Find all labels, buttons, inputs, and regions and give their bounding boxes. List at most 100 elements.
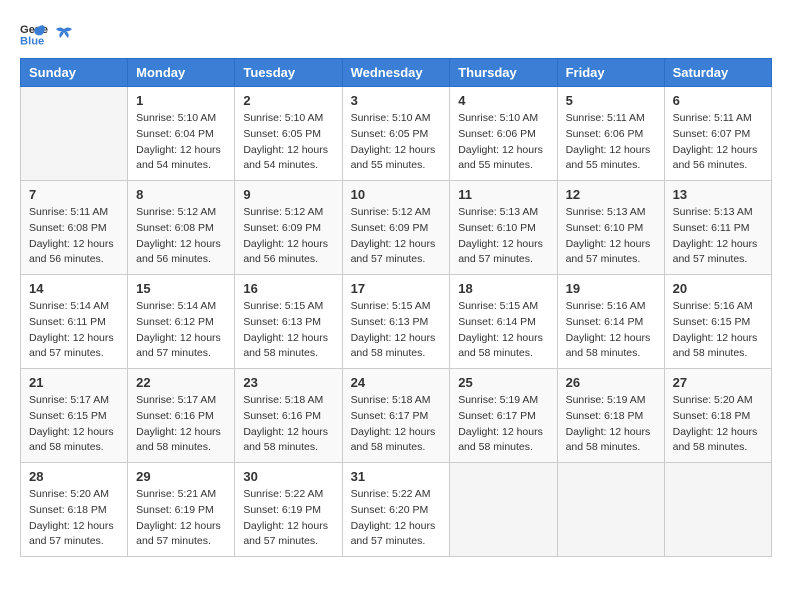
calendar-cell: 1 Sunrise: 5:10 AM Sunset: 6:04 PM Daylig… <box>128 87 235 181</box>
day-number: 14 <box>29 281 119 296</box>
calendar-cell: 27 Sunrise: 5:20 AM Sunset: 6:18 PM Dayli… <box>664 369 771 463</box>
day-number: 19 <box>566 281 656 296</box>
calendar-cell: 16 Sunrise: 5:15 AM Sunset: 6:13 PM Dayli… <box>235 275 342 369</box>
day-number: 20 <box>673 281 763 296</box>
day-info: Sunrise: 5:22 AM Sunset: 6:19 PM Dayligh… <box>243 487 333 550</box>
day-number: 11 <box>458 187 548 202</box>
day-number: 5 <box>566 93 656 108</box>
day-number: 17 <box>351 281 442 296</box>
day-number: 25 <box>458 375 548 390</box>
calendar-cell: 3 Sunrise: 5:10 AM Sunset: 6:05 PM Daylig… <box>342 87 450 181</box>
calendar-cell: 17 Sunrise: 5:15 AM Sunset: 6:13 PM Dayli… <box>342 275 450 369</box>
calendar-week-row: 7Sunrise: 5:11 AM Sunset: 6:08 PM Daylig… <box>21 181 772 275</box>
day-info: Sunrise: 5:12 AM Sunset: 6:09 PM Dayligh… <box>243 205 333 268</box>
logo-bird-icon <box>54 24 74 44</box>
calendar-cell: 25Sunrise: 5:19 AM Sunset: 6:17 PM Dayli… <box>450 369 557 463</box>
calendar-week-row: 1 Sunrise: 5:10 AM Sunset: 6:04 PM Daylig… <box>21 87 772 181</box>
day-number: 9 <box>243 187 333 202</box>
calendar-cell: 20Sunrise: 5:16 AM Sunset: 6:15 PM Dayli… <box>664 275 771 369</box>
day-number: 23 <box>243 375 333 390</box>
calendar-cell: 24 Sunrise: 5:18 AM Sunset: 6:17 PM Dayli… <box>342 369 450 463</box>
calendar-cell: 21 Sunrise: 5:17 AM Sunset: 6:15 PM Dayli… <box>21 369 128 463</box>
day-info: Sunrise: 5:10 AM Sunset: 6:06 PM Dayligh… <box>458 111 548 174</box>
calendar-cell: 5 Sunrise: 5:11 AM Sunset: 6:06 PM Daylig… <box>557 87 664 181</box>
day-number: 16 <box>243 281 333 296</box>
day-number: 2 <box>243 93 333 108</box>
day-number: 1 <box>136 93 226 108</box>
header-sunday: Sunday <box>21 59 128 87</box>
day-info: Sunrise: 5:14 AM Sunset: 6:11 PM Dayligh… <box>29 299 119 362</box>
calendar-cell: 14 Sunrise: 5:14 AM Sunset: 6:11 PM Dayli… <box>21 275 128 369</box>
day-number: 26 <box>566 375 656 390</box>
day-number: 13 <box>673 187 763 202</box>
header-tuesday: Tuesday <box>235 59 342 87</box>
calendar-cell: 23Sunrise: 5:18 AM Sunset: 6:16 PM Dayli… <box>235 369 342 463</box>
calendar-cell: 10Sunrise: 5:12 AM Sunset: 6:09 PM Dayli… <box>342 181 450 275</box>
calendar-table: SundayMondayTuesdayWednesdayThursdayFrid… <box>20 58 772 557</box>
day-number: 29 <box>136 469 226 484</box>
day-info: Sunrise: 5:18 AM Sunset: 6:17 PM Dayligh… <box>351 393 442 456</box>
day-number: 24 <box>351 375 442 390</box>
day-info: Sunrise: 5:16 AM Sunset: 6:14 PM Dayligh… <box>566 299 656 362</box>
day-info: Sunrise: 5:20 AM Sunset: 6:18 PM Dayligh… <box>29 487 119 550</box>
day-info: Sunrise: 5:10 AM Sunset: 6:05 PM Dayligh… <box>243 111 333 174</box>
calendar-cell: 31Sunrise: 5:22 AM Sunset: 6:20 PM Dayli… <box>342 463 450 557</box>
day-number: 21 <box>29 375 119 390</box>
calendar-cell: 11 Sunrise: 5:13 AM Sunset: 6:10 PM Dayli… <box>450 181 557 275</box>
day-info: Sunrise: 5:15 AM Sunset: 6:13 PM Dayligh… <box>243 299 333 362</box>
calendar-week-row: 21 Sunrise: 5:17 AM Sunset: 6:15 PM Dayli… <box>21 369 772 463</box>
day-number: 30 <box>243 469 333 484</box>
day-number: 12 <box>566 187 656 202</box>
day-info: Sunrise: 5:17 AM Sunset: 6:16 PM Dayligh… <box>136 393 226 456</box>
header-thursday: Thursday <box>450 59 557 87</box>
calendar-cell: 15 Sunrise: 5:14 AM Sunset: 6:12 PM Dayli… <box>128 275 235 369</box>
day-info: Sunrise: 5:10 AM Sunset: 6:05 PM Dayligh… <box>351 111 442 174</box>
calendar-cell: 29 Sunrise: 5:21 AM Sunset: 6:19 PM Dayli… <box>128 463 235 557</box>
calendar-cell: 12 Sunrise: 5:13 AM Sunset: 6:10 PM Dayli… <box>557 181 664 275</box>
svg-text:Blue: Blue <box>20 35 44 47</box>
day-number: 7 <box>29 187 119 202</box>
calendar-cell: 19 Sunrise: 5:16 AM Sunset: 6:14 PM Dayli… <box>557 275 664 369</box>
day-info: Sunrise: 5:13 AM Sunset: 6:10 PM Dayligh… <box>566 205 656 268</box>
calendar-cell: 6 Sunrise: 5:11 AM Sunset: 6:07 PM Daylig… <box>664 87 771 181</box>
day-number: 4 <box>458 93 548 108</box>
day-info: Sunrise: 5:13 AM Sunset: 6:11 PM Dayligh… <box>673 205 763 268</box>
day-info: Sunrise: 5:20 AM Sunset: 6:18 PM Dayligh… <box>673 393 763 456</box>
calendar-week-row: 14 Sunrise: 5:14 AM Sunset: 6:11 PM Dayli… <box>21 275 772 369</box>
header-friday: Friday <box>557 59 664 87</box>
calendar-cell <box>664 463 771 557</box>
day-info: Sunrise: 5:15 AM Sunset: 6:13 PM Dayligh… <box>351 299 442 362</box>
day-info: Sunrise: 5:10 AM Sunset: 6:04 PM Dayligh… <box>136 111 226 174</box>
day-info: Sunrise: 5:11 AM Sunset: 6:06 PM Dayligh… <box>566 111 656 174</box>
day-number: 8 <box>136 187 226 202</box>
day-info: Sunrise: 5:15 AM Sunset: 6:14 PM Dayligh… <box>458 299 548 362</box>
calendar-cell: 30 Sunrise: 5:22 AM Sunset: 6:19 PM Dayli… <box>235 463 342 557</box>
day-info: Sunrise: 5:14 AM Sunset: 6:12 PM Dayligh… <box>136 299 226 362</box>
day-info: Sunrise: 5:12 AM Sunset: 6:08 PM Dayligh… <box>136 205 226 268</box>
calendar-cell: 26 Sunrise: 5:19 AM Sunset: 6:18 PM Dayli… <box>557 369 664 463</box>
day-info: Sunrise: 5:12 AM Sunset: 6:09 PM Dayligh… <box>351 205 442 268</box>
calendar-cell: 7Sunrise: 5:11 AM Sunset: 6:08 PM Daylig… <box>21 181 128 275</box>
calendar-cell: 2 Sunrise: 5:10 AM Sunset: 6:05 PM Daylig… <box>235 87 342 181</box>
calendar-cell <box>450 463 557 557</box>
day-number: 15 <box>136 281 226 296</box>
day-number: 3 <box>351 93 442 108</box>
header-saturday: Saturday <box>664 59 771 87</box>
calendar-cell: 22Sunrise: 5:17 AM Sunset: 6:16 PM Dayli… <box>128 369 235 463</box>
day-info: Sunrise: 5:13 AM Sunset: 6:10 PM Dayligh… <box>458 205 548 268</box>
day-number: 27 <box>673 375 763 390</box>
calendar-cell: 8 Sunrise: 5:12 AM Sunset: 6:08 PM Daylig… <box>128 181 235 275</box>
day-number: 6 <box>673 93 763 108</box>
day-info: Sunrise: 5:11 AM Sunset: 6:07 PM Dayligh… <box>673 111 763 174</box>
calendar-cell: 4 Sunrise: 5:10 AM Sunset: 6:06 PM Daylig… <box>450 87 557 181</box>
logo-icon: General Blue <box>20 20 48 48</box>
calendar-cell <box>21 87 128 181</box>
day-info: Sunrise: 5:21 AM Sunset: 6:19 PM Dayligh… <box>136 487 226 550</box>
calendar-cell <box>557 463 664 557</box>
day-info: Sunrise: 5:17 AM Sunset: 6:15 PM Dayligh… <box>29 393 119 456</box>
day-number: 31 <box>351 469 442 484</box>
day-info: Sunrise: 5:19 AM Sunset: 6:18 PM Dayligh… <box>566 393 656 456</box>
calendar-cell: 18 Sunrise: 5:15 AM Sunset: 6:14 PM Dayli… <box>450 275 557 369</box>
day-number: 18 <box>458 281 548 296</box>
calendar-cell: 13 Sunrise: 5:13 AM Sunset: 6:11 PM Dayli… <box>664 181 771 275</box>
